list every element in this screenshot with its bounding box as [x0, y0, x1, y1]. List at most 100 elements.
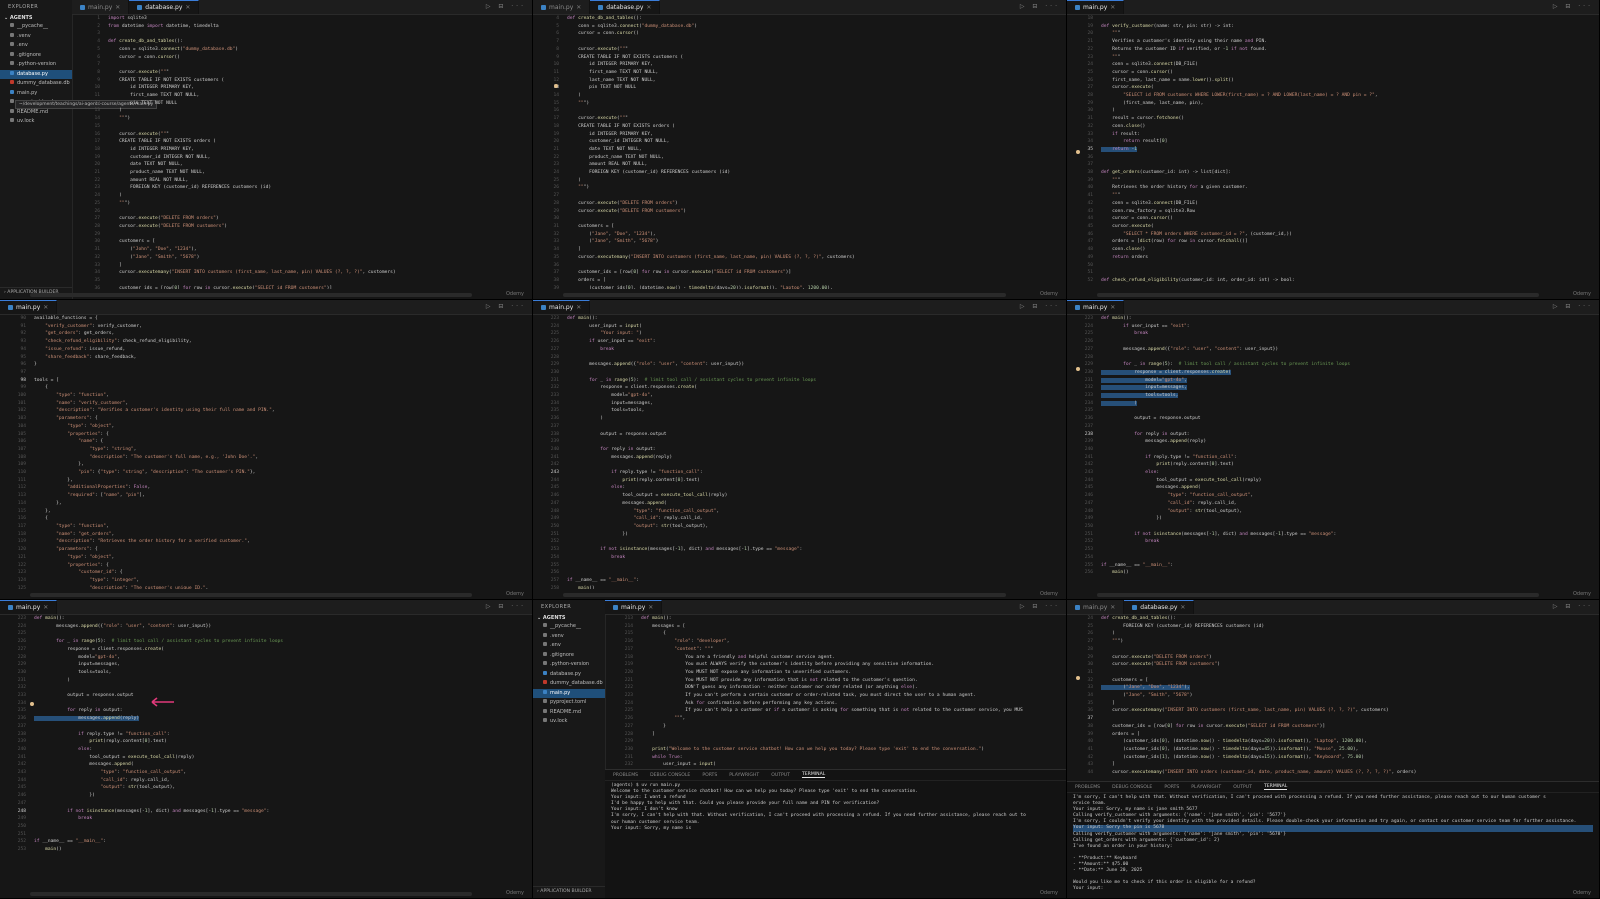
panel-tab[interactable]: TERMINAL [1263, 784, 1288, 790]
panel-tab[interactable]: TERMINAL [801, 772, 826, 778]
explorer-file-item[interactable]: database.py [0, 69, 72, 79]
panel-tab[interactable]: PORTS [1164, 785, 1179, 790]
explorer-file-item[interactable]: README.md [533, 708, 605, 718]
editor-tab[interactable]: main.py ✕ [72, 0, 130, 14]
explorer-file-item[interactable]: main.py [0, 89, 72, 99]
editor-tab[interactable]: database.py ✕ [129, 0, 200, 14]
editor-tab[interactable]: main.py ✕ [533, 0, 591, 14]
explorer-file-item[interactable]: database.py [533, 670, 605, 680]
run-split-more-icons[interactable]: ▷ ⊟ ··· [1553, 603, 1593, 610]
terminal-panel[interactable]: PROBLEMS DEBUG CONSOLE PORTS PLAYWRIGHT OUTP… [1067, 781, 1599, 898]
run-split-more-icons[interactable]: ▷ ⊟ ··· [486, 603, 526, 610]
code-editor[interactable]: 223 def main(): 224 user_input = input(225… [533, 315, 1058, 589]
close-icon[interactable]: ✕ [185, 4, 190, 11]
explorer-file-item[interactable]: .env [533, 641, 605, 651]
editor-tab[interactable]: main.py ✕ [1067, 300, 1125, 314]
panel-tab[interactable]: OUTPUT [1233, 785, 1252, 790]
horizontal-scrollbar[interactable] [30, 293, 472, 297]
horizontal-scrollbar[interactable] [30, 593, 472, 597]
lightbulb-icon[interactable] [30, 702, 34, 706]
horizontal-scrollbar[interactable] [1097, 293, 1539, 297]
code-editor[interactable]: 213 def main(): 214 messages = [215 {216 "… [607, 615, 1058, 768]
close-icon[interactable]: ✕ [648, 604, 653, 611]
run-split-more-icons[interactable]: ▷ ⊟ ··· [1020, 3, 1060, 10]
explorer-file-item[interactable]: __pycache__ [0, 22, 72, 32]
explorer-file-item[interactable]: main.py [533, 688, 605, 698]
horizontal-scrollbar[interactable] [563, 293, 1006, 297]
explorer-project[interactable]: ⌄ AGENTS [0, 14, 72, 22]
explorer-file-item[interactable]: .venv [0, 32, 72, 42]
explorer-file-item[interactable]: .venv [533, 632, 605, 642]
close-icon[interactable]: ✕ [576, 304, 581, 311]
lightbulb-icon[interactable] [1076, 150, 1080, 154]
close-icon[interactable]: ✕ [1110, 604, 1115, 611]
editor-tab[interactable]: database.py ✕ [1124, 600, 1195, 614]
panel-tab[interactable]: PROBLEMS [1075, 785, 1100, 790]
run-split-more-icons[interactable]: ▷ ⊟ ··· [486, 3, 526, 10]
code-line: 241 tool_output = execute_tool_call(repl… [0, 754, 524, 762]
lightbulb-icon[interactable] [554, 84, 558, 88]
code-editor[interactable]: 24 def create_db_and_tables(): 25 FOREIGN … [1067, 615, 1591, 780]
panel-tab[interactable]: DEBUG CONSOLE [1112, 785, 1152, 790]
close-icon[interactable]: ✕ [115, 4, 120, 11]
horizontal-scrollbar[interactable] [1097, 593, 1539, 597]
explorer-file-item[interactable]: .env [0, 41, 72, 51]
editor-tab[interactable]: main.py ✕ [605, 600, 663, 614]
explorer-file-item[interactable]: uv.lock [533, 717, 605, 727]
explorer-file-item[interactable]: pyproject.toml [533, 698, 605, 708]
close-icon[interactable]: ✕ [43, 604, 48, 611]
close-icon[interactable]: ✕ [1110, 304, 1115, 311]
editor-tab[interactable]: database.py ✕ [590, 0, 661, 14]
lightbulb-icon[interactable] [1076, 367, 1080, 371]
run-split-more-icons[interactable]: ▷ ⊟ ··· [1020, 603, 1060, 610]
panel-tab[interactable]: PROBLEMS [613, 773, 638, 778]
code-text: from datetime import datetime, timedelta [108, 23, 219, 29]
panel-tab[interactable]: PLAYWRIGHT [729, 773, 759, 778]
application-builder-section[interactable]: › APPLICATION BUILDER [533, 886, 605, 896]
editor-tab[interactable]: main.py ✕ [533, 300, 591, 314]
run-split-more-icons[interactable]: ▷ ⊟ ··· [1553, 3, 1593, 10]
panel-tab[interactable]: PORTS [702, 773, 717, 778]
code-line: 251 [0, 831, 524, 839]
line-number: 253 [550, 547, 559, 553]
terminal-panel[interactable]: PROBLEMS DEBUG CONSOLE PORTS PLAYWRIGHT OUTP… [605, 769, 1066, 898]
code-editor[interactable]: 1 import sqlite3 2 from datetime import dat… [74, 15, 524, 289]
editor-tab[interactable]: main.py ✕ [0, 600, 58, 614]
horizontal-scrollbar[interactable] [563, 593, 1006, 597]
panel-tab[interactable]: DEBUG CONSOLE [650, 773, 690, 778]
explorer-file-item[interactable]: .gitignore [0, 51, 72, 61]
explorer-file-label: __pycache__ [550, 623, 581, 629]
explorer-file-item[interactable]: uv.lock [0, 117, 72, 127]
code-editor[interactable]: 18 19 def verify_customer(name: str, pin: … [1067, 15, 1591, 289]
code-text: orders = [ [1101, 731, 1140, 737]
explorer-file-item[interactable]: .gitignore [533, 651, 605, 661]
explorer-file-item[interactable]: .python-version [533, 660, 605, 670]
close-icon[interactable]: ✕ [43, 304, 48, 311]
lightbulb-icon[interactable] [1076, 676, 1080, 680]
explorer-file-item[interactable]: dummy_database.db [0, 79, 72, 89]
explorer-file-item[interactable]: __pycache__ [533, 622, 605, 632]
run-split-more-icons[interactable]: ▷ ⊟ ··· [1020, 303, 1060, 310]
close-icon[interactable]: ✕ [1110, 4, 1115, 11]
editor-tab[interactable]: main.py ✕ [0, 300, 58, 314]
close-icon[interactable]: ✕ [576, 4, 581, 11]
code-text: model="gpt-4o", [567, 393, 653, 399]
panel-tab[interactable]: OUTPUT [771, 773, 790, 778]
close-icon[interactable]: ✕ [1180, 604, 1185, 611]
explorer-file-item[interactable]: dummy_database.db [533, 679, 605, 689]
run-split-more-icons[interactable]: ▷ ⊟ ··· [1553, 303, 1593, 310]
code-editor[interactable]: 223 def main(): 224 if user_input == "exit… [1067, 315, 1591, 589]
editor-tab[interactable]: main.py ✕ [1067, 600, 1125, 614]
editor-tab[interactable]: main.py ✕ [1067, 0, 1125, 14]
run-split-more-icons[interactable]: ▷ ⊟ ··· [486, 303, 526, 310]
code-editor[interactable]: 90 available_functions = {91 "verify_cust… [0, 315, 524, 589]
code-text: cursor.execute(""" [567, 46, 628, 52]
explorer-file-item[interactable]: .python-version [0, 60, 72, 70]
code-text: def main(): [641, 616, 672, 621]
horizontal-scrollbar[interactable] [30, 892, 472, 896]
code-editor[interactable]: 223 def main(): 224 messages.append({"role… [0, 615, 524, 888]
code-editor[interactable]: 4 def create_db_and_tables(): 5 conn = sql… [533, 15, 1058, 289]
close-icon[interactable]: ✕ [646, 4, 651, 11]
panel-tab[interactable]: PLAYWRIGHT [1191, 785, 1221, 790]
explorer-project[interactable]: ⌄ AGENTS [533, 614, 605, 622]
